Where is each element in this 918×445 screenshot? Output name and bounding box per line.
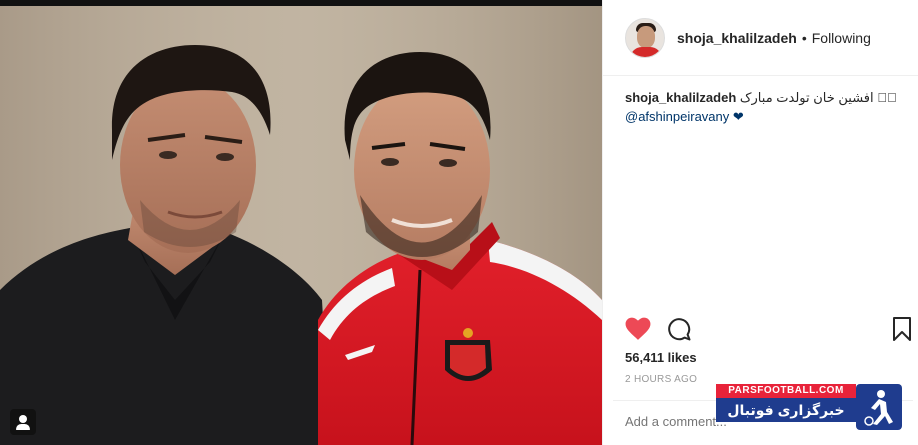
heart-icon[interactable] [625,317,651,341]
bookmark-icon[interactable] [892,317,912,341]
header-text: shoja_khalilzadeh • Following [677,30,871,46]
post-timestamp[interactable]: 2 HOURS AGO [625,374,697,385]
header-separator: • [801,29,807,46]
post-photo[interactable] [0,0,602,445]
post-caption: shoja_khalilzadeh افشین خان تولدت مبارک … [625,88,910,126]
caption-username[interactable]: shoja_khalilzadeh [625,90,736,105]
post-header: shoja_khalilzadeh • Following [603,0,918,76]
watermark-site: PARSFOOTBALL.COM [716,384,856,398]
watermark-player-icon [856,384,902,430]
header-username[interactable]: shoja_khalilzadeh [677,30,797,46]
user-tag-icon[interactable] [10,409,36,435]
caption-mention-suffix: ❤ [729,109,744,124]
caption-mention-line: @afshinpeiravany ❤ [625,107,910,126]
post-side-panel: shoja_khalilzadeh • Following shoja_khal… [602,0,918,445]
avatar[interactable] [625,17,665,58]
comment-icon[interactable] [667,317,691,341]
caption-mention[interactable]: @afshinpeiravany [625,109,729,124]
caption-text: افشین خان تولدت مبارک ❤ [739,90,897,105]
photo-illustration [0,6,602,445]
likes-count[interactable]: 56,411 likes [625,350,697,365]
following-button[interactable]: Following [812,30,871,46]
watermark-tagline: خبرگزاری فوتبال ایران [716,398,856,442]
watermark-logo: PARSFOOTBALL.COM خبرگزاری فوتبال ایران [716,384,902,442]
post-actions [625,316,915,342]
